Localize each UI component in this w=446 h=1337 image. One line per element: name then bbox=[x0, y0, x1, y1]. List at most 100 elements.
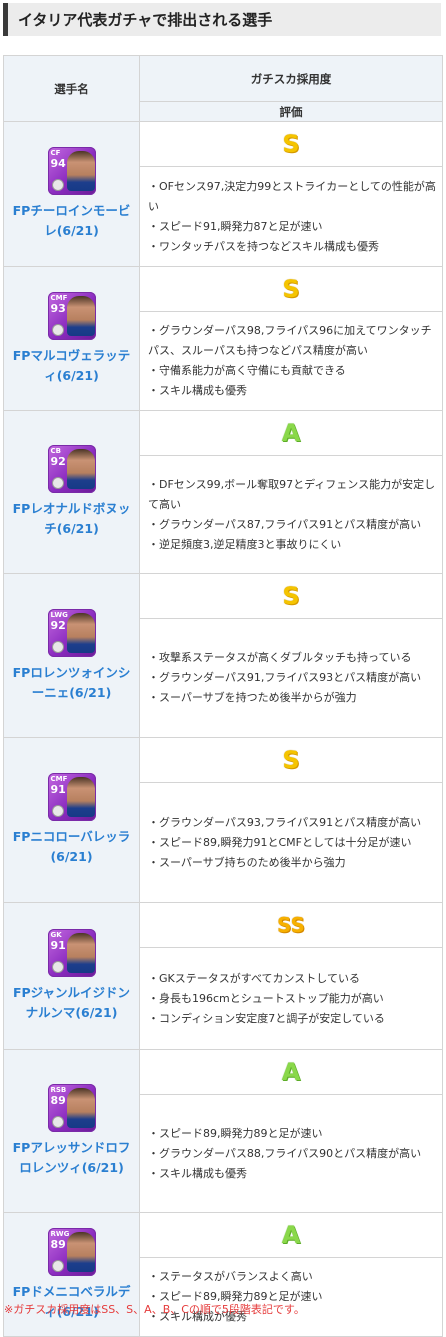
player-portrait bbox=[66, 777, 95, 817]
grade-cell: A bbox=[139, 410, 443, 456]
position-label: CB bbox=[50, 447, 61, 455]
player-cell: CMF 93 FPマルコヴェラッティ(6/21) bbox=[3, 266, 140, 411]
player-card-image[interactable]: LWG 92 bbox=[47, 608, 96, 657]
player-cell: CF 94 FPチーロインモービレ(6/21) bbox=[3, 121, 140, 267]
grade-cell: S bbox=[139, 737, 443, 783]
overall-rating: 89 bbox=[50, 1094, 66, 1107]
description-cell: ・攻撃系ステータスが高くダブルタッチも持っている ・グラウンダーパス91,フライパ… bbox=[139, 618, 443, 738]
position-label: CF bbox=[50, 149, 61, 157]
player-name-link[interactable]: FPマルコヴェラッティ(6/21) bbox=[4, 346, 139, 386]
description-cell: ・GKステータスがすべてカンストしている・身長も196cmとシュートストップ能力… bbox=[139, 947, 443, 1050]
description-cell: ・グラウンダーパス93,フライパス91とパス精度が高い ・スピード89,瞬発力91… bbox=[139, 782, 443, 903]
page-title: イタリア代表ガチャで排出される選手 bbox=[3, 3, 441, 36]
player-name-link[interactable]: FPジャンルイジドンナルンマ(6/21) bbox=[4, 983, 139, 1023]
player-portrait bbox=[66, 295, 95, 336]
player-name-link[interactable]: FPチーロインモービレ(6/21) bbox=[4, 201, 139, 241]
player-table: 選手名 ガチスカ採用度 評価 CF 94 FPチーロインモービレ(6/21) S ・OF… bbox=[3, 55, 443, 1337]
player-cell: GK 91 FPジャンルイジドンナルンマ(6/21) bbox=[3, 902, 140, 1050]
page: イタリア代表ガチャで排出される選手 選手名 ガチスカ採用度 評価 CF 94 FPチ… bbox=[0, 0, 446, 1337]
description-line: ・グラウンダーパス91,フライパス93とパス精度が高い bbox=[148, 671, 422, 684]
position-label: GK bbox=[50, 931, 62, 939]
position-label: LWG bbox=[50, 610, 68, 619]
description-line: ・ワンタッチパスを持つなどスキル構成も優秀 bbox=[148, 239, 379, 253]
grade-cell: A bbox=[139, 1212, 443, 1258]
club-emblem-icon bbox=[51, 477, 64, 489]
grade-cell: S bbox=[139, 266, 443, 312]
player-portrait bbox=[66, 1231, 95, 1272]
description-line: ・スキル構成も優秀 bbox=[148, 384, 247, 397]
description-line: ・スーパーサブを持つため後半からが強力 bbox=[148, 691, 357, 704]
description-line: ・スピード89,瞬発力91とCMFとしては十分足が速い bbox=[148, 835, 412, 849]
description-line: ・ステータスがバランスよく高い bbox=[148, 1270, 313, 1283]
description-line: ・グラウンダーパス88,フライパス90とパス精度が高い bbox=[148, 1146, 422, 1160]
club-emblem-icon bbox=[51, 179, 64, 191]
overall-rating: 89 bbox=[50, 1237, 66, 1251]
overall-rating: 92 bbox=[50, 455, 66, 468]
grade-badge-icon: A bbox=[281, 1058, 301, 1086]
player-name-link[interactable]: FPニコローバレッラ(6/21) bbox=[4, 827, 139, 867]
position-label: CMF bbox=[50, 775, 68, 783]
player-portrait bbox=[66, 151, 95, 191]
description-line: ・守備系能力が高く守備にも貢献できる bbox=[148, 364, 346, 377]
club-emblem-icon bbox=[51, 1116, 64, 1128]
grade-badge-icon: S bbox=[282, 582, 300, 610]
overall-rating: 91 bbox=[50, 939, 66, 952]
club-emblem-icon bbox=[51, 961, 64, 973]
player-card-image[interactable]: CF 94 bbox=[47, 147, 96, 195]
player-portrait bbox=[66, 612, 95, 653]
overall-rating: 94 bbox=[50, 157, 66, 170]
player-card-image[interactable]: GK 91 bbox=[47, 929, 96, 977]
grade-badge-icon: S bbox=[282, 746, 300, 774]
description-line: ・スピード91,瞬発力87と足が速い bbox=[148, 219, 323, 233]
player-card-image[interactable]: RWG 89 bbox=[47, 1227, 96, 1276]
description-line: ・グラウンダーパス98,フライパス96に加えてワンタッチパス、スルーパスも持つな… bbox=[148, 324, 432, 357]
description-line: ・グラウンダーパス93,フライパス91とパス精度が高い bbox=[148, 815, 422, 829]
description-cell: ・DFセンス99,ボール奪取97とディフェンス能力が安定して高い・グラウンダーパ… bbox=[139, 455, 443, 574]
position-label: RWG bbox=[50, 1229, 70, 1238]
description-line: ・スキル構成も優秀 bbox=[148, 1166, 247, 1180]
player-portrait bbox=[66, 449, 95, 489]
overall-rating: 92 bbox=[50, 618, 66, 632]
overall-rating: 91 bbox=[50, 783, 66, 796]
grade-cell: SS bbox=[139, 902, 443, 948]
grade-badge-icon: A bbox=[281, 419, 301, 447]
player-card-image[interactable]: RSB 89 bbox=[47, 1084, 96, 1132]
grade-badge-icon: SS bbox=[277, 913, 305, 937]
overall-rating: 93 bbox=[50, 301, 66, 315]
player-name-link[interactable]: FPアレッサンドロフロレンツィ(6/21) bbox=[4, 1138, 139, 1178]
player-name-header: 選手名 bbox=[3, 55, 140, 122]
player-name-link[interactable]: FPレオナルドボヌッチ(6/21) bbox=[4, 499, 139, 539]
rating-header: ガチスカ採用度 bbox=[139, 55, 443, 102]
position-label: RSB bbox=[50, 1086, 67, 1094]
club-emblem-icon bbox=[51, 1259, 64, 1272]
grade-cell: S bbox=[139, 121, 443, 167]
player-cell: CMF 91 FPニコローバレッラ(6/21) bbox=[3, 737, 140, 903]
player-cell: RSB 89 FPアレッサンドロフロレンツィ(6/21) bbox=[3, 1049, 140, 1213]
evaluation-header: 評価 bbox=[139, 101, 443, 122]
grade-cell: S bbox=[139, 573, 443, 619]
player-card-image[interactable]: CMF 91 bbox=[47, 773, 96, 821]
description-cell: ・OFセンス97,決定力99とストライカーとしての性能が高い・スピード91,瞬発… bbox=[139, 166, 443, 267]
description-line: ・身長も196cmとシュートストップ能力が高い bbox=[148, 991, 384, 1005]
player-name-link[interactable]: FPロレンツォインシーニェ(6/21) bbox=[4, 663, 139, 703]
description-cell: ・スピード89,瞬発力89と足が速い・グラウンダーパス88,フライパス90とパス… bbox=[139, 1094, 443, 1213]
player-card-image[interactable]: CMF 93 bbox=[47, 291, 96, 340]
description-line: ・コンディション安定度7と調子が安定している bbox=[148, 1011, 385, 1025]
description-line: ・GKステータスがすべてカンストしている bbox=[148, 971, 360, 985]
player-cell: RWG 89 FPドメニコベラルディ(6/21) bbox=[3, 1212, 140, 1337]
description-line: ・スピード89,瞬発力89と足が速い bbox=[148, 1126, 323, 1140]
description-line: ・グラウンダーパス87,フライパス91とパス精度が高い bbox=[148, 517, 422, 531]
description-line: ・OFセンス97,決定力99とストライカーとしての性能が高い bbox=[148, 179, 436, 213]
position-label: CMF bbox=[50, 293, 68, 302]
club-emblem-icon bbox=[51, 640, 64, 653]
player-card-image[interactable]: CB 92 bbox=[47, 445, 96, 493]
player-portrait bbox=[66, 933, 95, 973]
grade-badge-icon: A bbox=[281, 1221, 301, 1249]
grade-badge-icon: S bbox=[282, 130, 300, 158]
grade-cell: A bbox=[139, 1049, 443, 1095]
description-line: ・DFセンス99,ボール奪取97とディフェンス能力が安定して高い bbox=[148, 477, 436, 511]
description-cell: ・ステータスがバランスよく高い ・スピード89,瞬発力89と足が速い ・スキル構成が… bbox=[139, 1257, 443, 1337]
description-line: ・攻撃系ステータスが高くダブルタッチも持っている bbox=[148, 651, 412, 664]
description-cell: ・グラウンダーパス98,フライパス96に加えてワンタッチパス、スルーパスも持つな… bbox=[139, 311, 443, 411]
grade-badge-icon: S bbox=[282, 275, 300, 303]
